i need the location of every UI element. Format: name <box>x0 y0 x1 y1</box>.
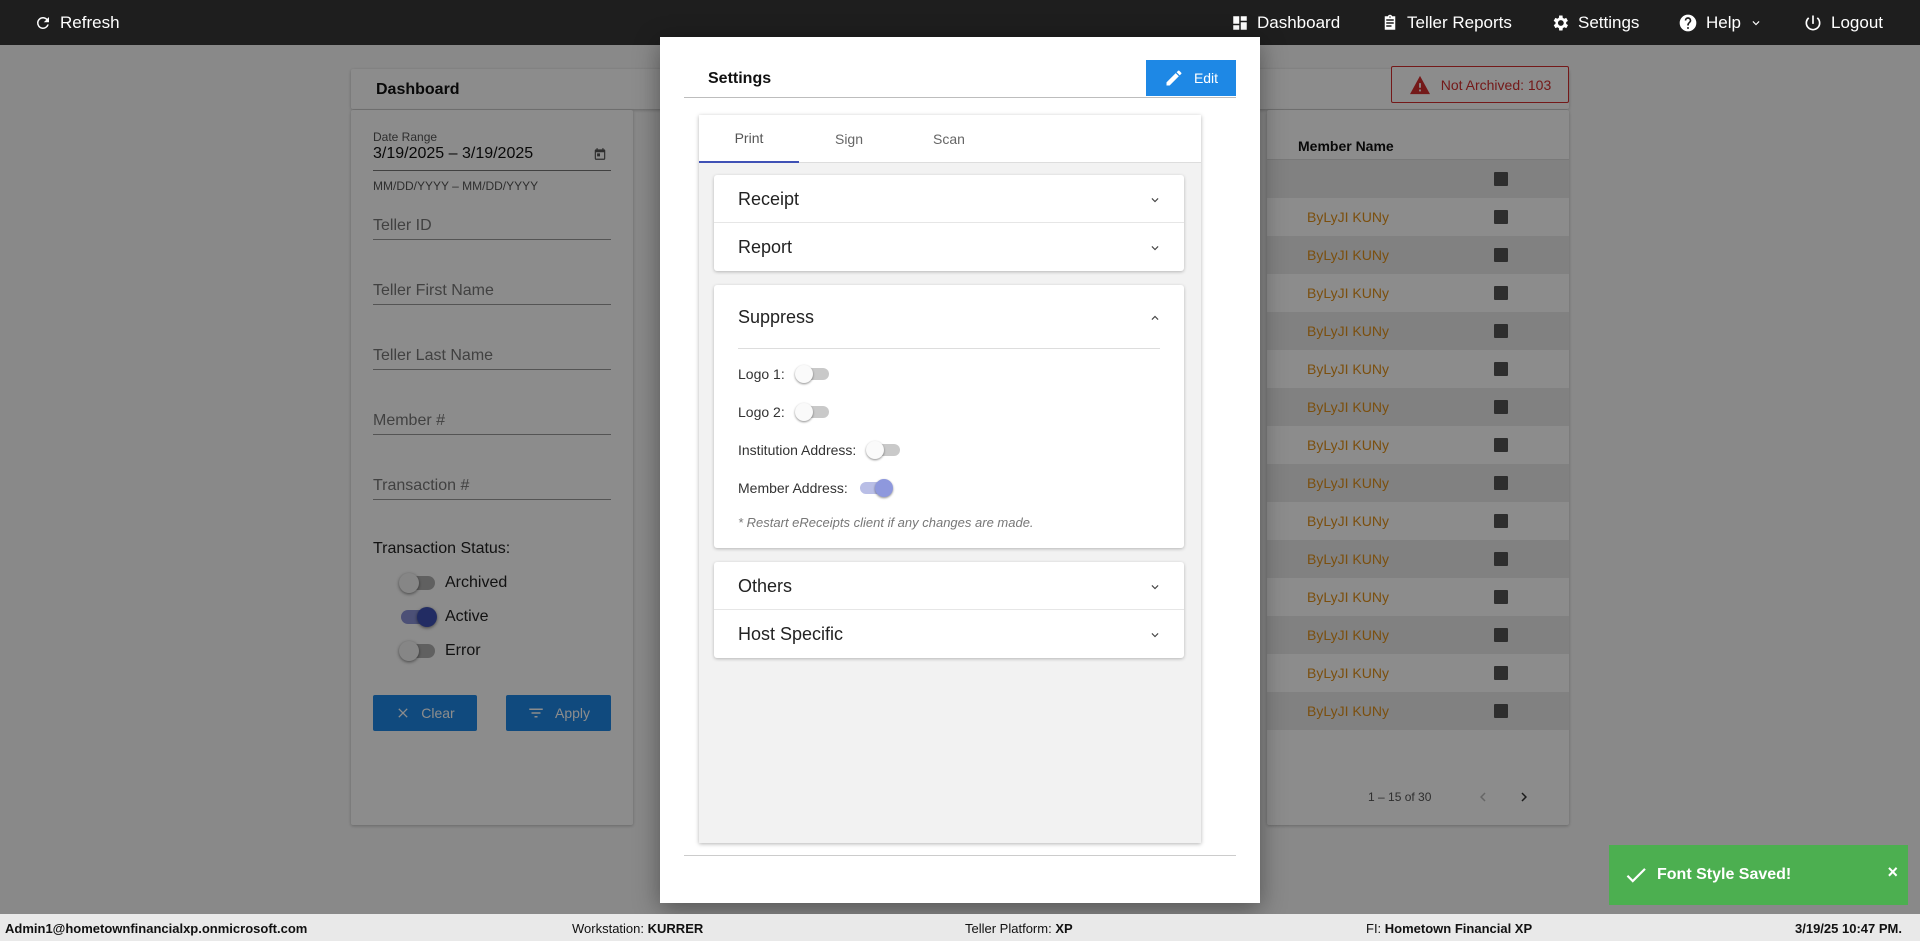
restart-note: * Restart eReceipts client if any change… <box>738 515 1034 530</box>
modal-header: Settings Edit <box>684 60 1236 98</box>
institution-address-label: Institution Address: <box>738 442 857 458</box>
others-label: Others <box>738 575 793 596</box>
success-toast: Font Style Saved! × <box>1609 845 1908 905</box>
logo2-row: Logo 2: <box>738 403 829 421</box>
accordion-receipt[interactable]: Receipt <box>714 175 1184 223</box>
nav-settings-label: Settings <box>1578 12 1640 32</box>
settings-modal: Settings Edit Print Sign Scan Receipt Re… <box>660 37 1260 903</box>
accordion-report[interactable]: Report <box>714 223 1184 271</box>
receipt-label: Receipt <box>738 188 800 209</box>
chevron-down-icon <box>1151 633 1159 638</box>
accordion-suppress[interactable]: Suppress <box>714 293 1184 341</box>
member-address-row: Member Address: <box>738 479 893 497</box>
clipboard-icon <box>1384 14 1396 30</box>
accordion-host-specific[interactable]: Host Specific <box>714 610 1184 658</box>
logo2-label: Logo 2: <box>738 404 785 420</box>
institution-address-toggle[interactable] <box>866 441 901 459</box>
logo1-toggle[interactable] <box>794 365 829 383</box>
refresh-icon <box>36 16 49 29</box>
modal-body: Print Sign Scan Receipt Report Suppress … <box>684 106 1236 856</box>
nav-help-label: Help <box>1706 12 1741 32</box>
status-user: Admin1@hometownfinancialxp.onmicrosoft.c… <box>5 921 308 936</box>
status-teller-platform: Teller Platform: XP <box>965 921 1073 936</box>
nav-logout[interactable]: Logout <box>1803 0 1883 45</box>
tab-sign-label: Sign <box>834 131 864 147</box>
nav-dashboard-label: Dashboard <box>1257 12 1341 32</box>
check-icon <box>1626 868 1646 883</box>
tab-print-label: Print <box>734 130 764 146</box>
power-icon <box>1805 15 1821 30</box>
modal-title: Settings <box>708 70 772 87</box>
report-label: Report <box>738 236 793 257</box>
gear-icon <box>1553 15 1568 30</box>
institution-address-row: Institution Address: <box>738 441 901 459</box>
logo1-row: Logo 1: <box>738 365 829 383</box>
tab-scan[interactable]: Scan <box>899 115 999 163</box>
suppress-divider <box>738 348 1160 349</box>
member-address-toggle[interactable] <box>859 479 893 497</box>
chevron-down-icon <box>1151 585 1159 590</box>
accordion-group-receipt-report: Receipt Report <box>714 175 1184 271</box>
dashboard-icon <box>1233 15 1247 30</box>
suppress-label: Suppress <box>738 306 815 327</box>
nav-help[interactable]: Help <box>1678 0 1763 45</box>
settings-panel: Print Sign Scan Receipt Report Suppress … <box>699 115 1201 843</box>
status-datetime: 3/19/25 10:47 PM. <box>1795 921 1902 936</box>
status-fi: FI: Hometown Financial XP <box>1366 921 1533 936</box>
toast-message: Font Style Saved! <box>1657 866 1792 883</box>
chevron-down-icon <box>1151 198 1159 203</box>
chevron-down-icon <box>1151 246 1159 251</box>
edit-label: Edit <box>1193 70 1219 86</box>
pencil-icon <box>1166 70 1182 86</box>
nav-teller-reports-label: Teller Reports <box>1407 12 1512 32</box>
nav-logout-label: Logout <box>1831 12 1883 32</box>
tab-sign[interactable]: Sign <box>799 115 899 163</box>
logo2-toggle[interactable] <box>794 403 829 421</box>
logo1-label: Logo 1: <box>738 366 785 382</box>
accordion-others[interactable]: Others <box>714 562 1184 610</box>
help-icon <box>1679 14 1697 31</box>
refresh-button[interactable]: Refresh <box>34 0 120 45</box>
chevron-up-icon <box>1151 315 1159 320</box>
tab-scan-label: Scan <box>933 131 965 147</box>
accordion-group-others-host: Others Host Specific <box>714 562 1184 658</box>
tab-print[interactable]: Print <box>699 115 799 163</box>
accordion-suppress-panel: Suppress Logo 1: Logo 2: Institution Add… <box>714 285 1184 548</box>
edit-button[interactable]: Edit <box>1146 60 1236 96</box>
member-address-label: Member Address: <box>738 480 848 496</box>
status-bar: Admin1@hometownfinancialxp.onmicrosoft.c… <box>0 914 1920 941</box>
refresh-label: Refresh <box>60 12 120 32</box>
settings-tabs: Print Sign Scan <box>699 115 1201 163</box>
status-workstation: Workstation: KURRER <box>572 921 704 936</box>
chevron-down-icon <box>1752 20 1760 25</box>
host-specific-label: Host Specific <box>738 623 844 644</box>
nav-teller-reports[interactable]: Teller Reports <box>1381 0 1512 45</box>
toast-close-button[interactable]: × <box>1887 862 1898 883</box>
nav-settings[interactable]: Settings <box>1550 0 1639 45</box>
